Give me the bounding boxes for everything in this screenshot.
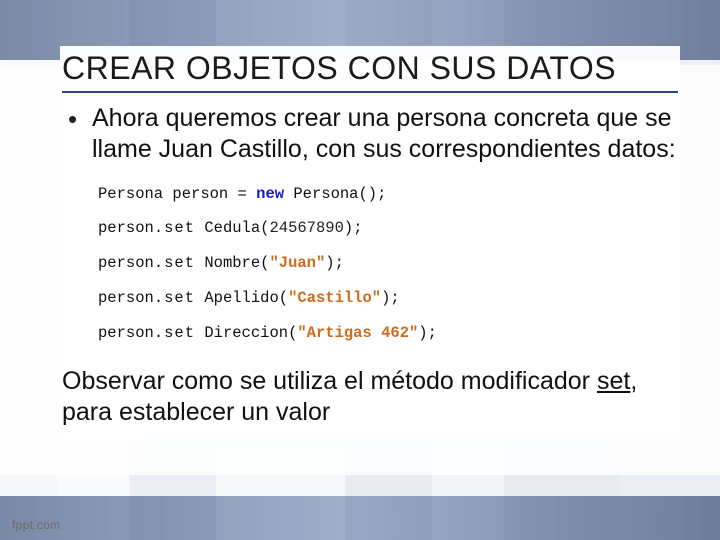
- code-open: (: [288, 324, 297, 342]
- code-var: person: [163, 185, 237, 203]
- code-line-4: person.set Apellido("Castillo");: [98, 288, 566, 309]
- code-blank-line: [98, 204, 566, 218]
- code-obj: person: [98, 254, 154, 272]
- code-call: .set: [154, 254, 195, 272]
- code-method: Apellido: [204, 289, 278, 307]
- code-arg-number: 24567890: [269, 219, 343, 237]
- code-arg-string: "Juan": [269, 254, 325, 272]
- code-open: (: [279, 289, 288, 307]
- code-line-5: person.set Direccion("Artigas 462");: [98, 323, 566, 344]
- code-obj: person: [98, 289, 154, 307]
- code-blank-line: [98, 309, 566, 323]
- code-call: .set: [154, 219, 195, 237]
- closing-pre: Observar como se utiliza el método modif…: [62, 367, 597, 395]
- code-block: Persona person = new Persona(); person.s…: [92, 178, 572, 355]
- code-obj: person: [98, 219, 154, 237]
- code-eq: =: [238, 185, 257, 203]
- code-call: .set: [154, 324, 195, 342]
- decorative-bottom-strip: [0, 496, 720, 540]
- code-method: Cedula: [204, 219, 260, 237]
- footer-credit: fppt.com: [12, 518, 60, 532]
- code-obj: person: [98, 324, 154, 342]
- content-area: CREAR OBJETOS CON SUS DATOS Ahora querem…: [60, 46, 680, 439]
- slide-title: CREAR OBJETOS CON SUS DATOS: [62, 50, 678, 93]
- code-sep: [195, 254, 204, 272]
- code-close: );: [381, 289, 400, 307]
- code-parens: ();: [358, 185, 386, 203]
- code-arg-string: "Castillo": [288, 289, 381, 307]
- bullet-item: Ahora queremos crear una persona concret…: [62, 103, 678, 166]
- code-sep: [195, 289, 204, 307]
- code-sep: [195, 219, 204, 237]
- code-arg-string: "Artigas 462": [297, 324, 418, 342]
- code-line-3: person.set Nombre("Juan");: [98, 253, 566, 274]
- slide: CREAR OBJETOS CON SUS DATOS Ahora querem…: [0, 0, 720, 540]
- code-close: );: [344, 219, 363, 237]
- code-ctor: Persona: [284, 185, 358, 203]
- code-close: );: [325, 254, 344, 272]
- code-type: Persona: [98, 185, 163, 203]
- code-line-2: person.set Cedula(24567890);: [98, 218, 566, 239]
- code-blank-line: [98, 239, 566, 253]
- code-blank-line: [98, 274, 566, 288]
- closing-paragraph: Observar como se utiliza el método modif…: [62, 366, 678, 429]
- bullet-list: Ahora queremos crear una persona concret…: [62, 103, 678, 166]
- code-sep: [195, 324, 204, 342]
- code-method: Nombre: [204, 254, 260, 272]
- code-close: );: [418, 324, 437, 342]
- code-call: .set: [154, 289, 195, 307]
- code-keyword-new: new: [256, 185, 284, 203]
- code-method: Direccion: [204, 324, 288, 342]
- closing-keyword: set: [597, 367, 630, 395]
- code-line-1: Persona person = new Persona();: [98, 184, 566, 205]
